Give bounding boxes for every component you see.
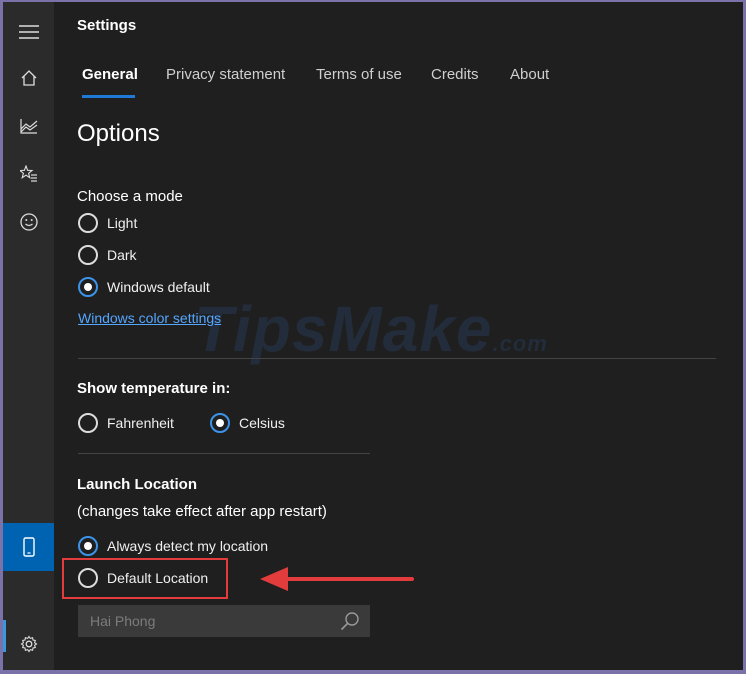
radio-label: Dark [107, 247, 137, 263]
radio-fahrenheit[interactable]: Fahrenheit [78, 413, 174, 433]
tab-about[interactable]: About [510, 66, 549, 83]
chart-icon[interactable] [3, 102, 54, 150]
active-tab-indicator [82, 95, 135, 98]
settings-panel: Settings General Privacy statement Terms… [54, 2, 743, 670]
gear-icon[interactable] [3, 620, 54, 668]
tab-terms-of-use[interactable]: Terms of use [316, 66, 402, 83]
smiley-icon[interactable] [3, 198, 54, 246]
options-heading: Options [77, 120, 160, 147]
search-icon[interactable] [340, 611, 360, 631]
windows-color-settings-link[interactable]: Windows color settings [78, 310, 221, 326]
hamburger-menu-icon[interactable] [3, 8, 54, 56]
sidebar [3, 2, 54, 670]
divider [78, 453, 370, 454]
radio-label: Celsius [239, 415, 285, 431]
launch-location-label: Launch Location [77, 476, 197, 493]
home-icon[interactable] [3, 54, 54, 102]
page-title: Settings [77, 17, 137, 34]
favorites-icon[interactable] [3, 150, 54, 198]
tab-privacy-statement[interactable]: Privacy statement [166, 66, 285, 83]
radio-celsius[interactable]: Celsius [210, 413, 285, 433]
location-search-input[interactable] [78, 605, 328, 637]
radio-always-detect-location[interactable]: Always detect my location [78, 536, 268, 556]
radio-label: Windows default [107, 279, 210, 295]
radio-circle [78, 413, 98, 433]
radio-label: Always detect my location [107, 538, 269, 554]
radio-label: Fahrenheit [107, 415, 174, 431]
active-marker [3, 620, 6, 652]
mode-label: Choose a mode [77, 188, 183, 205]
tab-credits[interactable]: Credits [431, 66, 479, 83]
location-search-box[interactable] [78, 605, 370, 637]
launch-location-note: (changes take effect after app restart) [77, 503, 327, 520]
annotation-highlight-box [62, 558, 228, 599]
radio-circle [78, 213, 98, 233]
radio-light[interactable]: Light [78, 213, 137, 233]
divider [78, 358, 716, 359]
radio-circle-selected [210, 413, 230, 433]
annotation-arrow-icon [260, 567, 414, 591]
watermark-logo: TipsMake.com [194, 293, 548, 365]
radio-circle-selected [78, 277, 98, 297]
radio-windows-default[interactable]: Windows default [78, 277, 210, 297]
phone-icon[interactable] [3, 523, 54, 571]
radio-circle [78, 245, 98, 265]
tab-general[interactable]: General [82, 66, 138, 83]
temperature-label: Show temperature in: [77, 380, 231, 397]
radio-circle-selected [78, 536, 98, 556]
radio-dark[interactable]: Dark [78, 245, 137, 265]
radio-label: Light [107, 215, 138, 231]
